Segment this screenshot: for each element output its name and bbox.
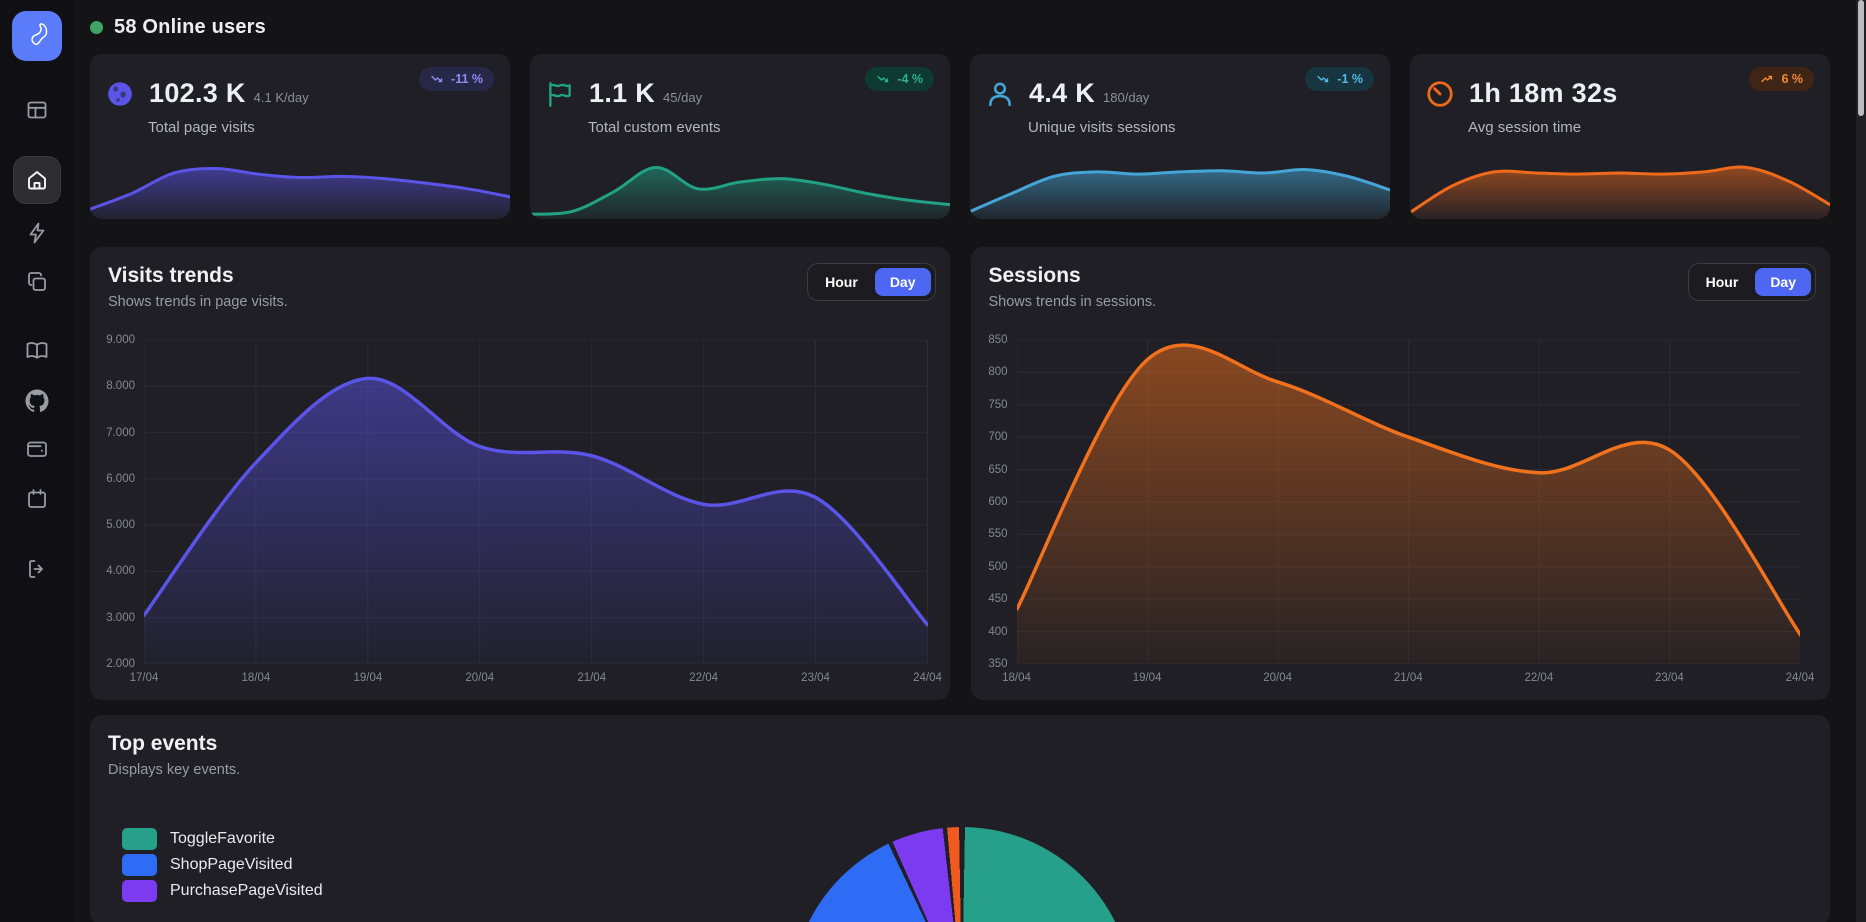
main-content: 58 Online users 102.3 K 4.1 K/day -11 % … <box>74 0 1866 922</box>
stat-card-unique-visits: 4.4 K 180/day -1 % Unique visits session… <box>970 54 1390 219</box>
sidebar-item-events[interactable] <box>16 212 58 254</box>
layout-icon <box>25 98 49 122</box>
legend-item-shoppagevisited[interactable]: ShopPageVisited <box>122 854 323 876</box>
trend-down-icon <box>1316 73 1330 85</box>
trend-badge: 6 % <box>1749 67 1814 91</box>
github-icon <box>25 389 49 413</box>
legend-item-purchasepagevisited[interactable]: PurchasePageVisited <box>122 880 323 902</box>
stat-cards-row: 102.3 K 4.1 K/day -11 % Total page visit… <box>90 54 1830 219</box>
sessions-interval-toggle: Hour Day <box>1688 263 1816 301</box>
trend-badge-value: -4 % <box>897 72 923 86</box>
unique-visits-sparkline <box>970 153 1390 219</box>
stat-rate: 4.1 K/day <box>254 90 309 105</box>
logo-swirl-icon <box>22 19 52 54</box>
trend-badge-value: -1 % <box>1337 72 1363 86</box>
trend-badge-value: 6 % <box>1781 72 1803 86</box>
stat-card-total-page-visits: 102.3 K 4.1 K/day -11 % Total page visit… <box>90 54 510 219</box>
sidebar-item-docs[interactable] <box>16 330 58 372</box>
stat-label: Unique visits sessions <box>1028 119 1390 136</box>
sessions-chart: 850800750700650600550500450400350 18/041… <box>1017 340 1801 664</box>
scrollbar[interactable] <box>1856 0 1866 922</box>
legend-swatch <box>122 828 157 850</box>
session-time-sparkline <box>1410 153 1830 219</box>
lightning-icon <box>25 221 49 245</box>
stat-rate: 45/day <box>663 90 702 105</box>
logout-icon <box>25 557 49 581</box>
visits-trends-chart: 9.0008.0007.0006.0005.0004.0003.0002.000… <box>144 340 928 664</box>
trend-badge: -11 % <box>419 67 494 91</box>
legend-item-togglefavorite[interactable]: ToggleFavorite <box>122 828 323 850</box>
toggle-day-button[interactable]: Day <box>1755 268 1811 296</box>
toggle-hour-button[interactable]: Hour <box>812 268 871 296</box>
app-logo[interactable] <box>12 11 62 61</box>
panel-title: Top events <box>90 715 1830 756</box>
stat-value: 1.1 K <box>589 78 655 109</box>
legend-label: ToggleFavorite <box>170 830 275 848</box>
calendar-icon <box>25 487 49 511</box>
trend-badge: -1 % <box>1305 67 1374 91</box>
visits-trends-panel: Visits trends Shows trends in page visit… <box>90 247 950 700</box>
stat-label: Total custom events <box>588 119 950 136</box>
visits-area-plot <box>144 340 928 664</box>
stat-value: 1h 18m 32s <box>1469 78 1618 109</box>
trend-badge: -4 % <box>865 67 934 91</box>
page-visits-sparkline <box>90 153 510 219</box>
legend-label: ShopPageVisited <box>170 856 292 874</box>
home-icon <box>25 168 49 192</box>
trend-panels-row: Visits trends Shows trends in page visit… <box>90 247 1830 700</box>
globe-icon <box>105 79 135 109</box>
user-icon <box>985 79 1015 109</box>
sessions-x-axis: 18/0419/0420/0421/0422/0423/0424/04 <box>1017 664 1801 688</box>
top-events-pie-chart <box>791 827 1133 922</box>
wallet-icon <box>25 437 49 461</box>
stat-rate: 180/day <box>1103 90 1149 105</box>
stat-card-avg-session-time: 1h 18m 32s 6 % Avg session time <box>1410 54 1830 219</box>
top-events-legend: ToggleFavorite ShopPageVisited PurchaseP… <box>122 828 323 902</box>
legend-swatch <box>122 880 157 902</box>
panel-subtitle: Displays key events. <box>90 756 1830 778</box>
flag-icon <box>545 79 575 109</box>
online-status-dot <box>90 21 103 34</box>
toggle-day-button[interactable]: Day <box>875 268 931 296</box>
sidebar <box>0 0 74 922</box>
scrollbar-thumb[interactable] <box>1858 0 1864 116</box>
stat-value: 4.4 K <box>1029 78 1095 109</box>
stat-value: 102.3 K <box>149 78 246 109</box>
trend-badge-value: -11 % <box>451 72 483 86</box>
sidebar-item-pages[interactable] <box>16 261 58 303</box>
page-header: 58 Online users <box>90 0 1830 54</box>
toggle-hour-button[interactable]: Hour <box>1693 268 1752 296</box>
sidebar-item-calendar[interactable] <box>16 478 58 520</box>
book-icon <box>25 339 49 363</box>
sessions-panel: Sessions Shows trends in sessions. Hour … <box>971 247 1831 700</box>
trend-down-icon <box>430 73 444 85</box>
visits-interval-toggle: Hour Day <box>807 263 935 301</box>
sidebar-item-home[interactable] <box>14 157 60 203</box>
sidebar-item-billing[interactable] <box>16 428 58 470</box>
analytics-dashboard: 58 Online users 102.3 K 4.1 K/day -11 % … <box>0 0 1866 922</box>
visits-y-axis: 9.0008.0007.0006.0005.0004.0003.0002.000 <box>92 340 144 664</box>
custom-events-sparkline <box>530 153 950 219</box>
timer-icon <box>1425 79 1455 109</box>
legend-label: PurchasePageVisited <box>170 882 323 900</box>
stat-card-custom-events: 1.1 K 45/day -4 % Total custom events <box>530 54 950 219</box>
sidebar-item-logout[interactable] <box>16 548 58 590</box>
trend-up-icon <box>1760 73 1774 85</box>
online-users-title: 58 Online users <box>114 16 266 39</box>
trend-down-icon <box>876 73 890 85</box>
stat-label: Total page visits <box>148 119 510 136</box>
sidebar-item-github[interactable] <box>16 380 58 422</box>
top-events-panel: Top events Displays key events. ToggleFa… <box>90 715 1830 922</box>
stat-label: Avg session time <box>1468 119 1830 136</box>
copy-icon <box>25 270 49 294</box>
visits-x-axis: 17/0418/0419/0420/0421/0422/0423/0424/04 <box>144 664 928 688</box>
sessions-area-plot <box>1017 340 1801 664</box>
sessions-y-axis: 850800750700650600550500450400350 <box>965 340 1017 664</box>
sidebar-item-dashboard[interactable] <box>16 89 58 131</box>
legend-swatch <box>122 854 157 876</box>
